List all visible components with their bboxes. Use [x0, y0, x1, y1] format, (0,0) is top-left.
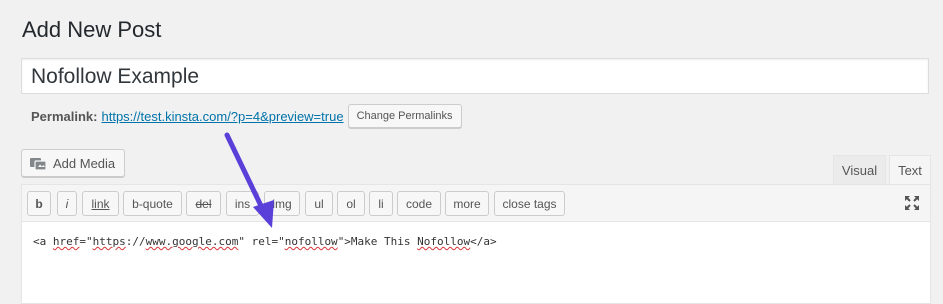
tab-visual[interactable]: Visual [833, 155, 886, 185]
code-segment: nofollow [284, 235, 338, 248]
code-segment: https [92, 235, 126, 248]
fullscreen-icon[interactable] [904, 195, 920, 211]
add-media-label: Add Media [53, 155, 116, 171]
page-title: Add New Post [22, 17, 162, 42]
qt-link-button[interactable]: link [82, 191, 119, 216]
change-permalinks-button[interactable]: Change Permalinks [347, 104, 462, 128]
permalink-row: Permalink: https://test.kinsta.com/?p=4&… [31, 104, 462, 128]
qt-li-button[interactable]: li [369, 191, 393, 216]
code-segment: :// [125, 235, 146, 248]
qt-close-tags-button[interactable]: close tags [494, 191, 565, 216]
add-media-button[interactable]: Add Media [21, 149, 126, 177]
qt-ul-button[interactable]: ul [305, 191, 333, 216]
quicktags-toolbar: b i link b-quote del ins img ul ol li co… [22, 185, 930, 222]
qt-code-button[interactable]: code [397, 191, 441, 216]
code-segment: " rel=" [238, 235, 285, 248]
qt-more-button[interactable]: more [445, 191, 489, 216]
code-segment: www.google.com [145, 235, 239, 248]
qt-ins-button[interactable]: ins [226, 191, 259, 216]
media-icon [30, 157, 47, 171]
post-title-input[interactable]: Nofollow Example [21, 58, 929, 94]
code-segment: Nofollow [417, 235, 471, 248]
qt-ol-button[interactable]: ol [337, 191, 365, 216]
code-segment: <a [33, 235, 53, 248]
code-segment: ">Make This [337, 235, 418, 248]
tab-text[interactable]: Text [889, 155, 931, 185]
qt-bold-button[interactable]: b [27, 191, 51, 216]
permalink-link[interactable]: https://test.kinsta.com/?p=4&preview=tru… [101, 109, 343, 124]
permalink-label: Permalink: [31, 108, 98, 124]
editor-code-content[interactable]: <a href="https://www.google.com" rel="no… [33, 235, 497, 248]
code-segment: =" [79, 235, 93, 248]
qt-italic-button[interactable]: i [57, 191, 77, 216]
qt-img-button[interactable]: img [264, 191, 300, 216]
code-segment: </a> [470, 235, 497, 248]
qt-bquote-button[interactable]: b-quote [123, 191, 182, 216]
editor-container: b i link b-quote del ins img ul ol li co… [21, 184, 931, 304]
code-segment: href [52, 235, 80, 248]
qt-del-button[interactable]: del [186, 191, 221, 216]
